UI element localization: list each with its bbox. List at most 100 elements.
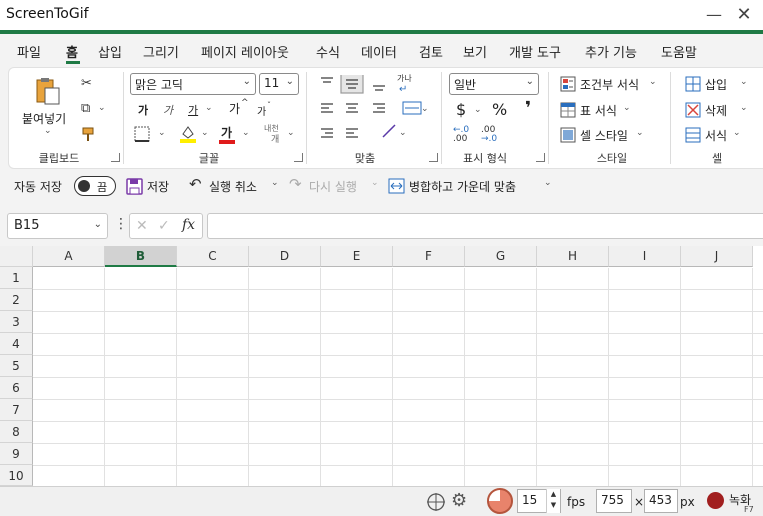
- table-format-dropdown-icon[interactable]: ⌄: [623, 103, 631, 113]
- tab-help[interactable]: 도움말: [661, 42, 697, 61]
- crosshair-icon[interactable]: [426, 492, 446, 512]
- bold-button[interactable]: 가: [138, 102, 148, 118]
- phonetic-bottom-label[interactable]: 개: [271, 132, 279, 145]
- record-button[interactable]: [707, 492, 724, 509]
- column-header-b[interactable]: B: [105, 246, 177, 267]
- font-name-select[interactable]: 맑은 고딕 ⌄: [130, 73, 256, 95]
- merge-dropdown-icon[interactable]: ⌄: [421, 104, 429, 114]
- row-header-4[interactable]: 4: [0, 333, 33, 355]
- cell-style-icon[interactable]: [560, 127, 576, 143]
- grow-font-button[interactable]: 가: [229, 100, 240, 117]
- comma-button[interactable]: ❜: [525, 98, 531, 119]
- orientation-dropdown-icon[interactable]: ⌄: [399, 128, 407, 138]
- name-box[interactable]: B15 ⌄: [7, 213, 108, 239]
- paste-dropdown-icon[interactable]: ⌄: [44, 126, 52, 136]
- tab-file[interactable]: 파일: [17, 42, 41, 61]
- undo-dropdown-icon[interactable]: ⌄: [271, 178, 279, 188]
- qat-customize-icon[interactable]: ⌄: [544, 178, 552, 188]
- font-launcher-icon[interactable]: [294, 153, 303, 162]
- row-header-9[interactable]: 9: [0, 443, 33, 465]
- conditional-format-icon[interactable]: [560, 76, 576, 92]
- cell-style-dropdown-icon[interactable]: ⌄: [636, 128, 644, 138]
- delete-dropdown-icon[interactable]: ⌄: [740, 103, 748, 113]
- redo-label[interactable]: 다시 실행: [309, 178, 357, 195]
- close-button[interactable]: ✕: [730, 2, 758, 28]
- tab-review[interactable]: 검토: [419, 42, 443, 61]
- insert-cells-icon[interactable]: [685, 76, 701, 92]
- column-header-a[interactable]: A: [33, 246, 105, 267]
- delete-cells-button[interactable]: 삭제: [705, 102, 727, 119]
- merge-center-icon[interactable]: [388, 178, 405, 194]
- table-format-icon[interactable]: [560, 102, 576, 118]
- redo-dropdown-icon[interactable]: ⌄: [371, 178, 379, 188]
- save-icon[interactable]: [126, 178, 143, 195]
- shrink-font-button[interactable]: 가: [257, 103, 266, 118]
- paste-label[interactable]: 붙여넣기: [22, 110, 66, 127]
- insert-cells-button[interactable]: 삽입: [705, 76, 727, 93]
- save-label[interactable]: 저장: [147, 178, 169, 195]
- fps-spinner[interactable]: ▲ ▼: [546, 489, 560, 513]
- tab-view[interactable]: 보기: [463, 42, 487, 61]
- enter-icon[interactable]: ✓: [158, 219, 170, 233]
- currency-button[interactable]: $: [456, 100, 466, 119]
- format-cells-icon[interactable]: [685, 127, 701, 143]
- paste-icon[interactable]: [33, 76, 61, 106]
- clipboard-launcher-icon[interactable]: [111, 153, 120, 162]
- undo-label[interactable]: 실행 취소: [209, 178, 257, 195]
- font-size-select[interactable]: 11 ⌄: [259, 73, 299, 95]
- row-header-8[interactable]: 8: [0, 421, 33, 443]
- width-input[interactable]: 755: [596, 489, 632, 513]
- alignment-launcher-icon[interactable]: [429, 153, 438, 162]
- format-cells-button[interactable]: 서식: [705, 127, 727, 144]
- tab-page-layout[interactable]: 페이지 레이아웃: [201, 42, 289, 61]
- row-header-3[interactable]: 3: [0, 311, 33, 333]
- column-header-d[interactable]: D: [249, 246, 321, 267]
- tab-add-ins[interactable]: 추가 기능: [585, 42, 637, 61]
- autosave-toggle[interactable]: 끔: [74, 176, 116, 196]
- percent-button[interactable]: %: [492, 100, 507, 119]
- format-dropdown-icon[interactable]: ⌄: [733, 128, 741, 138]
- insert-dropdown-icon[interactable]: ⌄: [740, 77, 748, 87]
- insert-function-icon[interactable]: fx: [182, 218, 195, 232]
- tab-data[interactable]: 데이터: [361, 42, 397, 61]
- borders-dropdown-icon[interactable]: ⌄: [158, 128, 166, 138]
- cancel-icon[interactable]: ✕: [136, 219, 148, 233]
- italic-button[interactable]: 가: [163, 102, 173, 118]
- conditional-format-button[interactable]: 조건부 서식: [580, 76, 639, 93]
- column-header-g[interactable]: G: [465, 246, 537, 267]
- row-header-5[interactable]: 5: [0, 355, 33, 377]
- fill-color-dropdown-icon[interactable]: ⌄: [201, 128, 209, 138]
- tab-insert[interactable]: 삽입: [98, 42, 122, 61]
- copy-icon[interactable]: ⧉: [81, 102, 90, 116]
- borders-icon[interactable]: [134, 126, 150, 142]
- currency-dropdown-icon[interactable]: ⌄: [474, 105, 482, 115]
- column-header-f[interactable]: F: [393, 246, 465, 267]
- cells-area[interactable]: [33, 268, 763, 486]
- merge-label[interactable]: 병합하고 가운데 맞춤: [409, 178, 516, 195]
- height-input[interactable]: 453: [644, 489, 678, 513]
- row-header-1[interactable]: 1: [0, 267, 33, 289]
- frame-rate-dial-icon[interactable]: [487, 488, 513, 514]
- column-header-e[interactable]: E: [321, 246, 393, 267]
- tab-developer[interactable]: 개발 도구: [509, 42, 561, 61]
- row-header-10[interactable]: 10: [0, 465, 33, 486]
- column-header-j[interactable]: J: [681, 246, 753, 267]
- underline-dropdown-icon[interactable]: ⌄: [205, 103, 213, 113]
- font-color-dropdown-icon[interactable]: ⌄: [242, 128, 250, 138]
- cut-icon[interactable]: ✂: [81, 77, 92, 91]
- settings-gear-icon[interactable]: ⚙: [451, 490, 467, 511]
- copy-dropdown-icon[interactable]: ⌄: [98, 103, 106, 113]
- column-header-c[interactable]: C: [177, 246, 249, 267]
- table-format-button[interactable]: 표 서식: [580, 102, 617, 119]
- row-header-7[interactable]: 7: [0, 399, 33, 421]
- tab-home[interactable]: 홈: [66, 42, 78, 61]
- font-color-button[interactable]: 가: [221, 124, 232, 141]
- column-header-i[interactable]: I: [609, 246, 681, 267]
- row-header-6[interactable]: 6: [0, 377, 33, 399]
- redo-icon[interactable]: ↷: [289, 177, 302, 192]
- delete-cells-icon[interactable]: [685, 102, 701, 118]
- minimize-button[interactable]: —: [700, 2, 728, 28]
- formula-input[interactable]: [207, 213, 763, 239]
- number-launcher-icon[interactable]: [536, 153, 545, 162]
- undo-icon[interactable]: ↶: [189, 177, 202, 192]
